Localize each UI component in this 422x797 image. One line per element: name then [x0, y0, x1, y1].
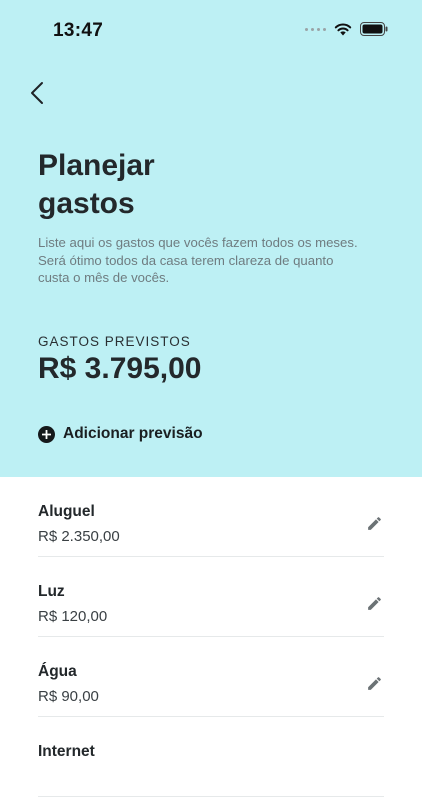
pencil-icon: [367, 596, 381, 610]
description-line1: Liste aqui os gastos que vocês fazem tod…: [38, 235, 358, 250]
add-forecast-label: Adicionar previsão: [63, 425, 203, 442]
back-button[interactable]: [24, 78, 50, 108]
expense-value: R$ 90,00: [38, 688, 99, 705]
status-icons: [305, 22, 388, 36]
wifi-icon: [334, 23, 352, 36]
description-line3: custa o mês de vocês.: [38, 270, 170, 285]
forecast-value: R$ 3.795,00: [38, 352, 202, 385]
expense-name: Luz: [38, 583, 65, 600]
status-bar: 13:47: [0, 0, 422, 60]
page-title-line1: Planejar: [38, 149, 155, 182]
expense-item[interactable]: Água R$ 90,00: [38, 637, 384, 717]
status-time: 13:47: [53, 20, 104, 41]
expense-name: Aluguel: [38, 503, 95, 520]
forecast-label: GASTOS PREVISTOS: [38, 334, 191, 349]
signal-icon: [305, 27, 326, 31]
expense-value: R$ 2.350,00: [38, 528, 120, 545]
expense-item[interactable]: Luz R$ 120,00: [38, 557, 384, 637]
chevron-left-icon: [31, 82, 43, 104]
expense-list: Aluguel R$ 2.350,00 Luz R$ 120,00 Água R…: [38, 477, 384, 797]
edit-button[interactable]: [364, 513, 384, 533]
expense-item[interactable]: Aluguel R$ 2.350,00: [38, 477, 384, 557]
description-line2: Será ótimo todos da casa terem clareza d…: [38, 252, 334, 268]
page-title-line2: gastos: [38, 187, 135, 220]
expense-item[interactable]: Internet: [38, 717, 384, 797]
edit-button[interactable]: [364, 673, 384, 693]
pencil-icon: [367, 516, 381, 530]
expense-name: Água: [38, 663, 77, 680]
expense-name: Internet: [38, 743, 95, 760]
header-panel: 13:47 Planejar gastos Liste aqui os gast…: [0, 0, 422, 477]
add-forecast-button[interactable]: Adicionar previsão: [38, 422, 203, 446]
page-description: Liste aqui os gastos que vocês fazem tod…: [38, 234, 358, 287]
pencil-icon: [367, 676, 381, 690]
plus-circle-icon: [38, 425, 55, 443]
edit-button[interactable]: [364, 593, 384, 613]
expense-value: R$ 120,00: [38, 608, 108, 625]
page-title: Planejar gastos: [38, 147, 338, 223]
battery-icon: [360, 22, 388, 36]
